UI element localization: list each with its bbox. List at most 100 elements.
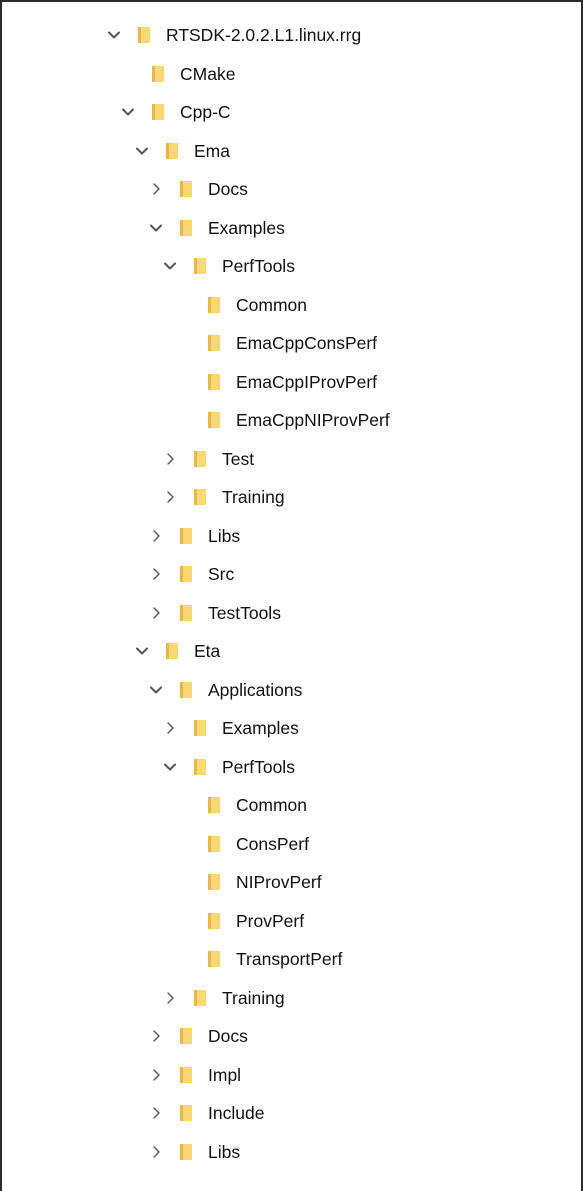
tree-item[interactable]: Training [2, 979, 583, 1018]
folder-icon [194, 450, 206, 467]
tree-item-label: Cpp-C [180, 102, 231, 122]
tree-item-label: Eta [194, 641, 221, 661]
folder-icon [208, 912, 220, 929]
chevron-right-icon[interactable] [148, 566, 164, 582]
folder-icon [208, 412, 220, 428]
chevron-down-icon[interactable] [162, 759, 178, 775]
folder-icon [194, 258, 206, 274]
tree-item[interactable]: RTSDK-2.0.2.L1.linux.rrg [2, 16, 583, 55]
tree-item[interactable]: Src [2, 555, 583, 594]
chevron-right-icon[interactable] [148, 181, 164, 197]
tree-item[interactable]: Common [2, 786, 583, 825]
tree-item[interactable]: EmaCppNIProvPerf [2, 401, 583, 440]
tree-item[interactable]: Docs [2, 170, 583, 209]
folder-icon [180, 681, 192, 698]
chevron-right-icon[interactable] [148, 1105, 164, 1121]
tree-item[interactable]: PerfTools [2, 748, 583, 787]
tree-item[interactable]: Examples [2, 709, 583, 748]
tree-item-label: Ema [194, 140, 230, 161]
tree-item[interactable]: EmaCppIProvPerf [2, 363, 583, 402]
folder-icon [152, 104, 164, 120]
tree-item[interactable]: Common [2, 286, 583, 325]
tree-item-label: RTSDK-2.0.2.L1.linux.rrg [166, 25, 362, 45]
chevron-down-icon[interactable] [148, 220, 164, 236]
tree-item[interactable]: NIProvPerf [2, 863, 583, 902]
tree-item[interactable]: TransportPerf [2, 940, 583, 979]
chevron-right-icon[interactable] [148, 1028, 164, 1044]
explorer-pane: RTSDK-2.0.2.L1.linux.rrg CMake Cpp-C Ema Doc… [0, 0, 583, 1191]
tree-item[interactable]: Cpp-C [2, 93, 583, 132]
folder-icon [166, 643, 178, 659]
folder-icon [208, 951, 220, 967]
tree-item[interactable]: Eta [2, 632, 583, 671]
folder-icon [180, 1028, 192, 1044]
tree-item-label: Docs [208, 179, 248, 199]
tree-item[interactable]: ProvPerf [2, 902, 583, 941]
folder-icon [180, 181, 192, 197]
tree-item-label: Libs [208, 1141, 241, 1162]
chevron-right-icon[interactable] [162, 451, 178, 467]
folder-icon [180, 1105, 192, 1121]
chevron-down-icon[interactable] [106, 27, 122, 43]
tree-item[interactable]: PerfTools [2, 247, 583, 286]
chevron-down-icon[interactable] [134, 643, 150, 659]
tree-item-label: Common [236, 294, 307, 315]
tree-item[interactable]: TestTools [2, 594, 583, 633]
tree-item[interactable]: Include [2, 1094, 583, 1133]
folder-icon [208, 797, 220, 813]
tree-item-label: CMake [180, 63, 236, 84]
chevron-down-icon[interactable] [134, 143, 150, 159]
tree-item-label: Common [236, 795, 307, 815]
folder-icon [208, 335, 220, 351]
chevron-right-icon[interactable] [162, 489, 178, 505]
tree-item-label: Src [208, 564, 235, 584]
tree-item-label: TransportPerf [236, 949, 343, 969]
folder-icon [180, 219, 192, 236]
tree-item[interactable]: Libs [2, 1133, 583, 1172]
tree-item[interactable]: Libs [2, 517, 583, 556]
tree-item-label: ProvPerf [236, 910, 305, 931]
tree-item[interactable]: Docs [2, 1017, 583, 1056]
tree-item-label: Training [222, 987, 285, 1008]
folder-icon [208, 874, 220, 890]
tree-item-label: ConsPerf [236, 833, 309, 854]
chevron-right-icon[interactable] [148, 1067, 164, 1083]
tree-item-label: Impl [208, 1064, 242, 1085]
tree-item[interactable]: Test [2, 440, 583, 479]
tree-item-label: Training [222, 487, 285, 507]
folder-icon [208, 296, 220, 313]
folder-icon [152, 65, 164, 82]
tree-item-label: PerfTools [222, 256, 295, 276]
chevron-right-icon[interactable] [162, 990, 178, 1006]
folder-icon [194, 489, 206, 505]
folder-icon [194, 720, 206, 736]
tree-item[interactable]: ConsPerf [2, 825, 583, 864]
tree-item-label: Test [222, 448, 255, 469]
folder-icon [208, 373, 220, 390]
chevron-right-icon[interactable] [148, 605, 164, 621]
tree-item-label: Libs [208, 525, 241, 546]
chevron-down-icon[interactable] [120, 104, 136, 120]
tree-item[interactable]: Ema [2, 132, 583, 171]
tree-item[interactable]: Impl [2, 1056, 583, 1095]
tree-item[interactable]: EmaCppConsPerf [2, 324, 583, 363]
tree-item-label: Applications [208, 679, 303, 700]
tree-item-label: EmaCppConsPerf [236, 333, 378, 353]
folder-icon [180, 604, 192, 621]
folder-icon [180, 566, 192, 582]
chevron-right-icon[interactable] [148, 528, 164, 544]
tree-item[interactable]: CMake [2, 55, 583, 94]
chevron-down-icon[interactable] [148, 682, 164, 698]
folder-icon [180, 1143, 192, 1160]
tree-item[interactable]: Training [2, 478, 583, 517]
tree-item[interactable]: Examples [2, 209, 583, 248]
folder-tree: RTSDK-2.0.2.L1.linux.rrg CMake Cpp-C Ema Doc… [2, 16, 583, 1171]
tree-item[interactable]: Applications [2, 671, 583, 710]
chevron-right-icon[interactable] [162, 720, 178, 736]
tree-item-label: Examples [208, 217, 285, 238]
chevron-down-icon[interactable] [162, 258, 178, 274]
chevron-right-icon[interactable] [148, 1144, 164, 1160]
folder-icon [194, 989, 206, 1006]
folder-icon [194, 758, 206, 775]
tree-item-label: Include [208, 1103, 265, 1123]
